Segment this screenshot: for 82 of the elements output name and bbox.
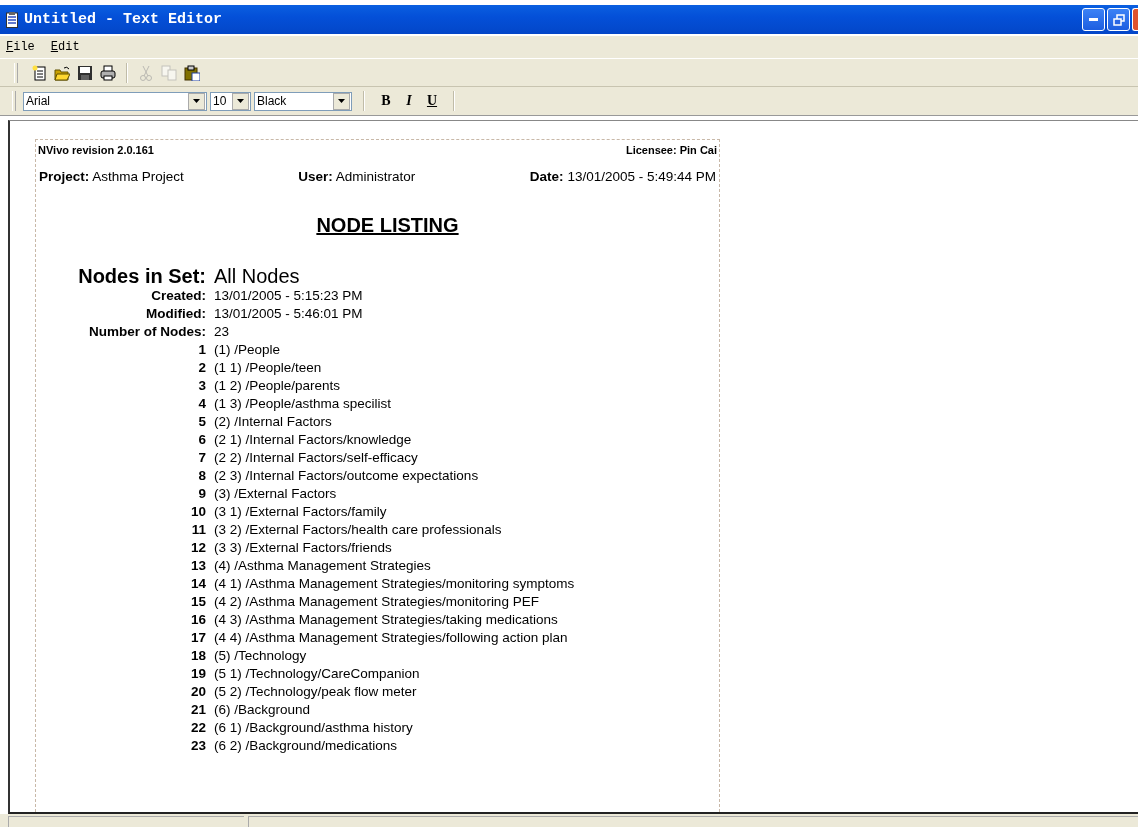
node-path: (1 3) /People/asthma specilist bbox=[214, 395, 393, 413]
node-path: (4 3) /Asthma Management Strategies/taking medications bbox=[214, 611, 559, 629]
set-label: Nodes in Set: bbox=[77, 265, 206, 287]
field-label: Created: bbox=[150, 287, 206, 305]
clipboard-icon[interactable] bbox=[184, 65, 200, 81]
report-heading: NODE LISTING bbox=[315, 214, 460, 237]
node-path: (3 1) /External Factors/family bbox=[214, 503, 388, 521]
node-path: (1) /People bbox=[214, 341, 282, 359]
menu-item[interactable]: Edit bbox=[50, 40, 80, 54]
node-path: (2) /Internal Factors bbox=[214, 413, 333, 431]
node-number: 2 bbox=[197, 359, 206, 377]
node-path: (4 1) /Asthma Management Strategies/monitoring symptoms bbox=[214, 575, 576, 593]
node-number: 18 bbox=[189, 647, 206, 665]
node-path: (5 1) /Technology/CareCompanion bbox=[214, 665, 421, 683]
node-path: (2 1) /Internal Factors/knowledge bbox=[214, 431, 413, 449]
node-number: 3 bbox=[197, 377, 206, 395]
node-path: (5) /Technology bbox=[214, 647, 308, 665]
node-path: (3) /External Factors bbox=[214, 485, 338, 503]
node-number: 6 bbox=[197, 431, 206, 449]
caret-icon bbox=[338, 99, 345, 103]
node-number: 20 bbox=[189, 683, 206, 701]
node-number: 19 bbox=[189, 665, 206, 683]
node-path: (6) /Background bbox=[214, 701, 312, 719]
node-number: 10 bbox=[189, 503, 206, 521]
node-path: (6 1) /Background/asthma history bbox=[214, 719, 414, 737]
node-number: 11 bbox=[190, 521, 206, 539]
minimize-button[interactable] bbox=[1082, 8, 1105, 31]
node-path: (3 2) /External Factors/health care professionals bbox=[214, 521, 503, 539]
field-value: 13/01/2005 - 5:46:01 PM bbox=[214, 305, 364, 323]
node-number: 14 bbox=[189, 575, 206, 593]
node-number: 13 bbox=[189, 557, 206, 575]
underline-button[interactable]: U bbox=[422, 93, 442, 109]
node-number: 7 bbox=[197, 449, 206, 467]
close-button[interactable] bbox=[1132, 8, 1138, 31]
info-field: Project: Asthma Project bbox=[39, 169, 184, 184]
node-path: (2 3) /Internal Factors/outcome expectations bbox=[214, 467, 480, 485]
node-path: (1 2) /People/parents bbox=[214, 377, 342, 395]
node-number: 22 bbox=[189, 719, 206, 737]
info-field: User: Administrator bbox=[298, 169, 416, 184]
node-path: (4) /Asthma Management Strategies bbox=[214, 557, 432, 575]
node-path: (1 1) /People/teen bbox=[214, 359, 323, 377]
new-document-icon[interactable] bbox=[31, 65, 47, 81]
node-path: (3 3) /External Factors/friends bbox=[214, 539, 393, 557]
restore-icon bbox=[1112, 13, 1125, 26]
node-path: (5 2) /Technology/peak flow meter bbox=[214, 683, 418, 701]
italic-button[interactable]: I bbox=[399, 93, 419, 109]
node-path: (4 2) /Asthma Management Strategies/monitoring PEF bbox=[214, 593, 540, 611]
node-number: 23 bbox=[189, 737, 206, 755]
node-number: 9 bbox=[197, 485, 206, 503]
node-number: 5 bbox=[197, 413, 206, 431]
header-text: NVivo revision 2.0.161 bbox=[38, 144, 154, 156]
node-number: 17 bbox=[189, 629, 206, 647]
field-label: Modified: bbox=[145, 305, 206, 323]
node-number: 12 bbox=[189, 539, 206, 557]
printer-icon[interactable] bbox=[100, 65, 116, 81]
node-number: 1 bbox=[197, 341, 206, 359]
node-path: (2 2) /Internal Factors/self-efficacy bbox=[214, 449, 419, 467]
info-field: Date: 13/01/2005 - 5:49:44 PM bbox=[529, 169, 716, 184]
menu-item[interactable]: File bbox=[6, 40, 35, 54]
restore-button[interactable] bbox=[1107, 8, 1130, 31]
field-value: 23 bbox=[214, 323, 231, 341]
set-value: All Nodes bbox=[214, 265, 301, 287]
licensee-text: Licensee: Pin Cai bbox=[625, 144, 717, 156]
notepad-icon bbox=[6, 11, 18, 28]
caret-icon bbox=[193, 99, 200, 103]
node-number: 15 bbox=[189, 593, 206, 611]
font-size-dropdown[interactable]: 10 bbox=[210, 91, 251, 111]
color-dropdown[interactable]: Black bbox=[254, 91, 352, 111]
font-dropdown[interactable]: Arial bbox=[23, 91, 207, 111]
node-path: (4 4) /Asthma Management Strategies/following action plan bbox=[214, 629, 569, 647]
field-value: 13/01/2005 - 5:15:23 PM bbox=[214, 287, 364, 305]
node-number: 21 bbox=[189, 701, 206, 719]
node-number: 8 bbox=[197, 467, 206, 485]
node-number: 4 bbox=[197, 395, 206, 413]
node-number: 16 bbox=[189, 611, 206, 629]
node-path: (6 2) /Background/medications bbox=[214, 737, 399, 755]
minimize-icon bbox=[1089, 17, 1098, 22]
bold-button[interactable]: B bbox=[376, 93, 396, 109]
field-label: Number of Nodes: bbox=[88, 323, 206, 341]
folder-icon[interactable] bbox=[54, 65, 70, 81]
caret-icon bbox=[237, 99, 244, 103]
window-title: Untitled - Text Editor bbox=[24, 11, 224, 28]
